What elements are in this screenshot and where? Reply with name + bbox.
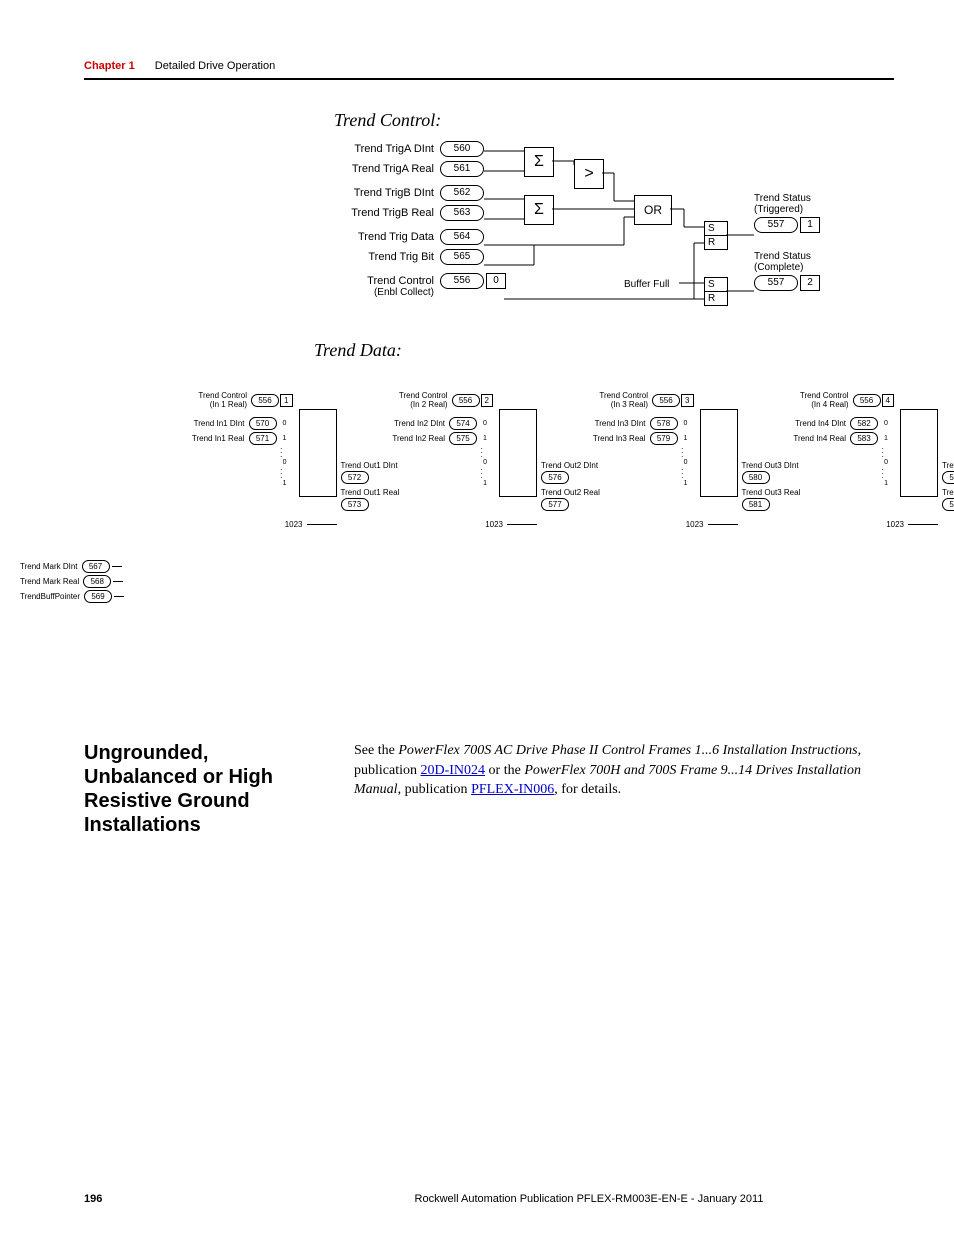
- param-pill: 557: [754, 217, 798, 233]
- bit-box: 0: [486, 273, 506, 289]
- tc-input-label: Trend TrigA Real: [334, 163, 434, 175]
- or-block: OR: [634, 195, 672, 225]
- mark-label: Trend Mark DInt: [20, 562, 78, 571]
- param-pill: 564: [440, 229, 484, 245]
- param-pill: 568: [83, 575, 111, 588]
- page-footer: 196 Rockwell Automation Publication PFLE…: [84, 1193, 894, 1205]
- tc-input-sublabel: (Enbl Collect): [334, 287, 434, 298]
- tc-input-label: Trend TrigB DInt: [334, 187, 434, 199]
- trend-control-diagram: Trend Control: Trend TrigA DInt 560 Trend…: [334, 110, 894, 340]
- out-label: Trend Status: [754, 251, 834, 262]
- sr-latch: S R: [704, 277, 728, 306]
- td-channel-4: Trend Control(In 4 Real)5564Trend In4 DI…: [706, 391, 895, 489]
- sum-block: Σ: [524, 195, 554, 225]
- out-sublabel: (Triggered): [754, 204, 834, 215]
- sum-block: Σ: [524, 147, 554, 177]
- mark-label: Trend Mark Real: [20, 577, 79, 586]
- param-pill: 569: [84, 590, 112, 603]
- sr-latch: S R: [704, 221, 728, 250]
- gt-block: >: [574, 159, 604, 189]
- bit-box: 1: [800, 217, 820, 233]
- param-pill: 556: [440, 273, 484, 289]
- param-pill: 557: [754, 275, 798, 291]
- section-body: See the PowerFlex 700S AC Drive Phase II…: [354, 741, 894, 837]
- mark-label: TrendBuffPointer: [20, 592, 80, 601]
- out-label: Trend Status: [754, 193, 834, 204]
- td-channel-2: Trend Control(In 2 Real)5562Trend In2 DI…: [305, 391, 494, 489]
- page-number: 196: [84, 1193, 284, 1205]
- trend-control-title: Trend Control:: [334, 110, 894, 131]
- buffer-full-label: Buffer Full: [624, 279, 669, 290]
- out-sublabel: (Complete): [754, 262, 834, 273]
- td-channel-3: Trend Control(In 3 Real)5563Trend In3 DI…: [505, 391, 694, 489]
- page-header: Chapter 1 Detailed Drive Operation: [84, 60, 894, 80]
- trend-data-diagram: Trend Control(In 1 Real)5561Trend In1 DI…: [104, 391, 894, 621]
- bit-box: 2: [800, 275, 820, 291]
- trend-mark-params: Trend Mark DInt 567 Trend Mark Real 568 Tr…: [20, 560, 124, 605]
- chapter-label: Chapter 1: [84, 60, 135, 72]
- param-pill: 563: [440, 205, 484, 221]
- tc-input-label: Trend Trig Data: [334, 231, 434, 243]
- section-ungrounded: Ungrounded, Unbalanced or High Resistive…: [84, 741, 894, 837]
- section-heading: Ungrounded, Unbalanced or High Resistive…: [84, 741, 324, 837]
- param-pill: 562: [440, 185, 484, 201]
- trend-data-title: Trend Data:: [314, 340, 894, 361]
- tc-input-label: Trend TrigB Real: [334, 207, 434, 219]
- publication-info: Rockwell Automation Publication PFLEX-RM…: [284, 1193, 894, 1205]
- param-pill: 560: [440, 141, 484, 157]
- td-channel-1: Trend Control(In 1 Real)5561Trend In1 DI…: [104, 391, 293, 489]
- tc-input-label: Trend Control: [334, 275, 434, 287]
- link-pflex-in006[interactable]: PFLEX-IN006: [471, 782, 554, 797]
- chapter-title: Detailed Drive Operation: [155, 60, 275, 72]
- param-pill: 561: [440, 161, 484, 177]
- tc-input-label: Trend Trig Bit: [334, 251, 434, 263]
- param-pill: 565: [440, 249, 484, 265]
- link-20d-in024[interactable]: 20D-IN024: [421, 763, 486, 778]
- param-pill: 567: [82, 560, 110, 573]
- tc-input-label: Trend TrigA DInt: [334, 143, 434, 155]
